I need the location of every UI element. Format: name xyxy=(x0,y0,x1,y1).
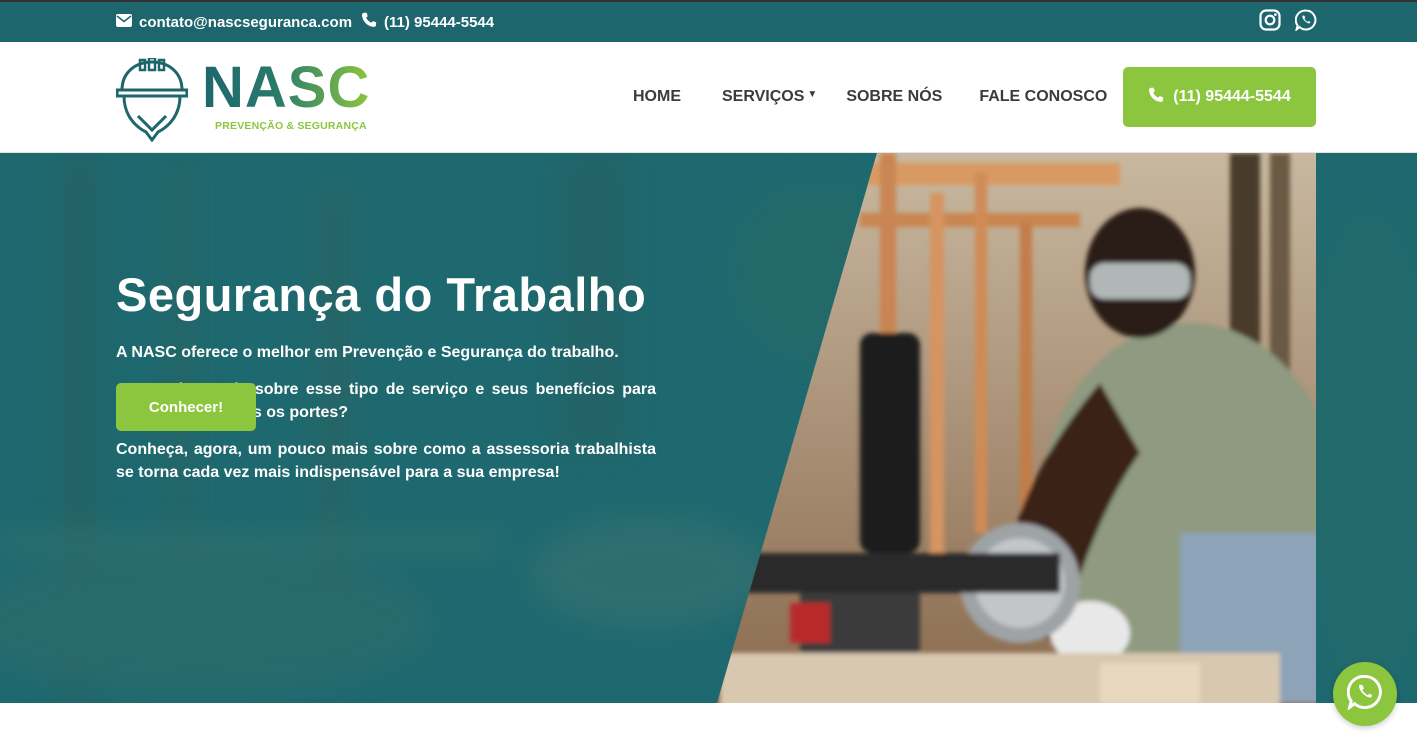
top-phone[interactable]: (11) 95444-5544 xyxy=(361,12,494,32)
envelope-icon xyxy=(116,13,132,31)
top-phone-text: (11) 95444-5544 xyxy=(384,13,495,31)
caret-down-icon: ▼ xyxy=(807,88,818,100)
top-email[interactable]: contato@nascseguranca.com xyxy=(116,13,353,31)
whatsapp-float-button[interactable] xyxy=(1333,662,1397,726)
hero-paragraph-3: Conheça, agora, um pouco mais sobre como… xyxy=(116,440,656,481)
top-email-text: contato@nascseguranca.com xyxy=(139,13,353,31)
main-nav: HOME SERVIÇOS ▼ SOBRE NÓS FALE CONOSCO xyxy=(633,42,1107,152)
logo[interactable]: NASC PREVENÇÃO & SEGURANÇA xyxy=(116,55,386,142)
whatsapp-icon[interactable] xyxy=(1294,8,1317,36)
nav-home[interactable]: HOME xyxy=(633,88,681,106)
logo-text: NASC xyxy=(202,55,371,120)
hero-content: Segurança do Trabalho A NASC oferece o m… xyxy=(116,269,656,484)
phone-cta-button[interactable]: (11) 95444-5544 xyxy=(1123,67,1316,127)
top-bar: contato@nascseguranca.com (11) 95444-554… xyxy=(0,0,1417,42)
nav-servicos-label: SERVIÇOS xyxy=(722,88,805,105)
nav-fale-conosco[interactable]: FALE CONOSCO xyxy=(979,88,1107,106)
conhecer-button[interactable]: Conhecer! xyxy=(116,383,256,431)
phone-icon xyxy=(1148,87,1164,108)
page-bottom xyxy=(0,703,1417,744)
nav-servicos[interactable]: SERVIÇOS ▼ xyxy=(722,88,817,106)
instagram-icon[interactable] xyxy=(1259,8,1281,36)
top-contact: contato@nascseguranca.com (11) 95444-554… xyxy=(116,2,494,42)
nav-sobre-nos[interactable]: SOBRE NÓS xyxy=(846,88,942,106)
hero-paragraph-1: A NASC oferece o melhor em Prevenção e S… xyxy=(116,343,619,361)
logo-tagline: PREVENÇÃO & SEGURANÇA xyxy=(215,120,367,132)
phone-icon xyxy=(361,12,377,32)
social-links xyxy=(1259,2,1317,42)
main-header: NASC PREVENÇÃO & SEGURANÇA HOME SERVIÇOS… xyxy=(0,42,1417,153)
hero-title: Segurança do Trabalho xyxy=(116,268,647,321)
phone-cta-label: (11) 95444-5544 xyxy=(1173,88,1291,105)
helmet-logo-icon xyxy=(116,58,188,142)
whatsapp-icon xyxy=(1346,674,1383,715)
